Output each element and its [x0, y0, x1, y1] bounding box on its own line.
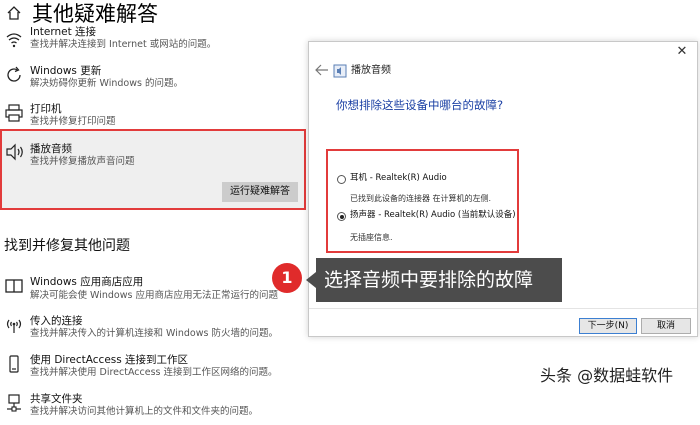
- back-arrow-icon[interactable]: [315, 64, 329, 76]
- item-desc: 查找并修复打印问题: [30, 116, 116, 127]
- phone-icon: [4, 354, 24, 374]
- network-drive-icon: [4, 393, 24, 413]
- option-label[interactable]: 扬声器 - Realtek(R) Audio (当前默认设备): [350, 210, 516, 221]
- troubleshooter-audio[interactable]: 播放音频 查找并修复播放声音问题 运行疑难解答: [0, 129, 306, 210]
- page-title: 其他疑难解答: [32, 2, 158, 26]
- wifi-icon: [4, 29, 24, 49]
- window-icon: [4, 276, 24, 296]
- item-title: 打印机: [30, 103, 62, 115]
- item-desc: 解决可能会使 Windows 应用商店应用无法正常运行的问题: [30, 290, 278, 301]
- item-desc: 查找并解决访问其他计算机上的文件和文件夹的问题。: [30, 406, 259, 417]
- item-desc: 查找并修复播放声音问题: [30, 156, 135, 167]
- run-troubleshooter-button[interactable]: 运行疑难解答: [222, 182, 298, 202]
- option-label[interactable]: 耳机 - Realtek(R) Audio: [350, 173, 447, 184]
- callout-box: 选择音频中要排除的故障: [306, 258, 562, 302]
- antenna-icon: [4, 315, 24, 335]
- item-desc: 解决妨碍你更新 Windows 的问题。: [30, 78, 183, 89]
- item-desc: 查找并解决连接到 Internet 或网站的问题。: [30, 39, 217, 50]
- next-button[interactable]: 下一步(N): [579, 318, 637, 334]
- option-desc: 已找到此设备的连接器 在计算机的左侧.: [350, 194, 492, 203]
- dialog-question: 你想排除这些设备中哪台的故障?: [336, 98, 504, 112]
- dialog-title: 播放音频: [351, 65, 391, 76]
- headphones-radio[interactable]: [337, 175, 346, 184]
- cancel-button[interactable]: 取消: [641, 318, 691, 334]
- dialog-divider: [309, 308, 697, 309]
- troubleshooter-store-apps[interactable]: Windows 应用商店应用 解决可能会使 Windows 应用商店应用无法正常…: [0, 274, 306, 304]
- troubleshooter-icon: [333, 64, 347, 78]
- troubleshooter-shared-folders[interactable]: 共享文件夹 查找并解决访问其他计算机上的文件和文件夹的问题。: [0, 391, 306, 421]
- item-title: Windows 更新: [30, 65, 102, 77]
- callout-text: 选择音频中要排除的故障: [324, 269, 534, 291]
- refresh-icon: [4, 65, 24, 85]
- item-title: 使用 DirectAccess 连接到工作区: [30, 354, 189, 366]
- speaker-icon: [5, 142, 25, 162]
- troubleshooter-internet[interactable]: Internet 连接 查找并解决连接到 Internet 或网站的问题。: [0, 26, 306, 53]
- step-number-badge: 1: [272, 263, 302, 293]
- speakers-radio[interactable]: [337, 212, 346, 221]
- item-title: Internet 连接: [30, 26, 97, 38]
- troubleshooter-printer[interactable]: 打印机 查找并修复打印问题: [0, 100, 306, 130]
- printer-icon: [4, 103, 24, 123]
- item-title: Windows 应用商店应用: [30, 276, 144, 288]
- troubleshooter-directaccess[interactable]: 使用 DirectAccess 连接到工作区 查找并解决使用 DirectAcc…: [0, 352, 306, 382]
- option-desc: 无插座信息.: [350, 233, 393, 242]
- item-title: 播放音频: [30, 143, 72, 155]
- item-title: 共享文件夹: [30, 393, 83, 405]
- troubleshooter-windows-update[interactable]: Windows 更新 解决妨碍你更新 Windows 的问题。: [0, 62, 306, 92]
- close-icon[interactable]: ✕: [675, 45, 689, 59]
- item-desc: 查找并解决传入的计算机连接和 Windows 防火墙的问题。: [30, 328, 278, 339]
- item-desc: 查找并解决使用 DirectAccess 连接到工作区网络的问题。: [30, 367, 278, 378]
- watermark: 头条 @数据蛙软件: [540, 366, 674, 385]
- troubleshooter-incoming-connections[interactable]: 传入的连接 查找并解决传入的计算机连接和 Windows 防火墙的问题。: [0, 313, 306, 343]
- device-options: 耳机 - Realtek(R) Audio 已找到此设备的连接器 在计算机的左侧…: [326, 149, 519, 253]
- item-title: 传入的连接: [30, 315, 83, 327]
- home-icon[interactable]: [6, 5, 22, 21]
- section-title: 找到并修复其他问题: [4, 238, 130, 254]
